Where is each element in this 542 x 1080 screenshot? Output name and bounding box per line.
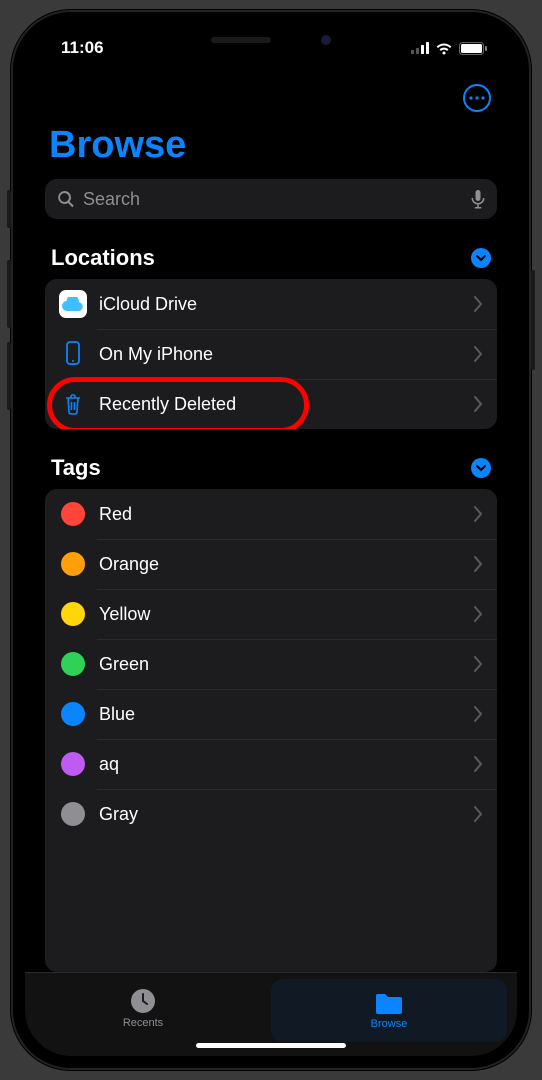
phone-icon: [59, 340, 87, 368]
tag-item[interactable]: Red: [45, 489, 497, 539]
page-title: Browse: [45, 118, 497, 179]
chevron-right-icon: [474, 656, 483, 672]
tag-label: Gray: [99, 804, 474, 825]
chevron-right-icon: [474, 806, 483, 822]
chevron-right-icon: [474, 506, 483, 522]
tag-color-dot: [61, 502, 85, 526]
tab-browse[interactable]: Browse: [271, 979, 507, 1042]
tab-label: Browse: [371, 1018, 408, 1030]
location-item-on-my-iphone[interactable]: On My iPhone: [45, 329, 497, 379]
tag-item[interactable]: Blue: [45, 689, 497, 739]
location-label: iCloud Drive: [99, 294, 474, 315]
tag-item[interactable]: Green: [45, 639, 497, 689]
status-indicators: [411, 42, 487, 55]
dictation-icon[interactable]: [471, 189, 485, 209]
chevron-down-icon: [476, 255, 486, 262]
tag-color-dot: [61, 602, 85, 626]
trash-icon: [59, 390, 87, 418]
tag-item[interactable]: Orange: [45, 539, 497, 589]
tag-label: Green: [99, 654, 474, 675]
tags-header: Tags: [51, 455, 101, 481]
search-placeholder: Search: [83, 189, 463, 210]
folder-icon: [374, 992, 404, 1016]
locations-collapse-button[interactable]: [471, 248, 491, 268]
chevron-right-icon: [474, 296, 483, 312]
battery-icon: [459, 42, 487, 55]
location-label: Recently Deleted: [99, 394, 474, 415]
tag-label: Yellow: [99, 604, 474, 625]
chevron-down-icon: [476, 465, 486, 472]
tag-color-dot: [61, 802, 85, 826]
tag-color-dot: [61, 552, 85, 576]
tag-item[interactable]: aq: [45, 739, 497, 789]
tag-label: Red: [99, 504, 474, 525]
chevron-right-icon: [474, 346, 483, 362]
wifi-icon: [435, 42, 453, 55]
tab-label: Recents: [123, 1017, 163, 1029]
search-field[interactable]: Search: [45, 179, 497, 219]
chevron-right-icon: [474, 756, 483, 772]
search-icon: [57, 190, 75, 208]
tag-item[interactable]: Gray: [45, 789, 497, 839]
tag-label: Orange: [99, 554, 474, 575]
tag-label: aq: [99, 754, 474, 775]
more-options-button[interactable]: [463, 84, 491, 112]
chevron-right-icon: [474, 706, 483, 722]
tag-color-dot: [61, 702, 85, 726]
location-label: On My iPhone: [99, 344, 474, 365]
chevron-right-icon: [474, 396, 483, 412]
location-item-icloud[interactable]: iCloud Drive: [45, 279, 497, 329]
status-time: 11:06: [61, 38, 104, 58]
tag-color-dot: [61, 752, 85, 776]
tags-collapse-button[interactable]: [471, 458, 491, 478]
clock-icon: [129, 987, 157, 1015]
tag-color-dot: [61, 652, 85, 676]
icloud-icon: [59, 290, 87, 318]
home-indicator[interactable]: [196, 1043, 346, 1048]
tag-label: Blue: [99, 704, 474, 725]
tag-item[interactable]: Yellow: [45, 589, 497, 639]
location-item-recently-deleted[interactable]: Recently Deleted: [45, 379, 497, 429]
tab-recents[interactable]: Recents: [25, 973, 261, 1042]
cellular-icon: [411, 42, 429, 54]
chevron-right-icon: [474, 606, 483, 622]
chevron-right-icon: [474, 556, 483, 572]
locations-header: Locations: [51, 245, 155, 271]
